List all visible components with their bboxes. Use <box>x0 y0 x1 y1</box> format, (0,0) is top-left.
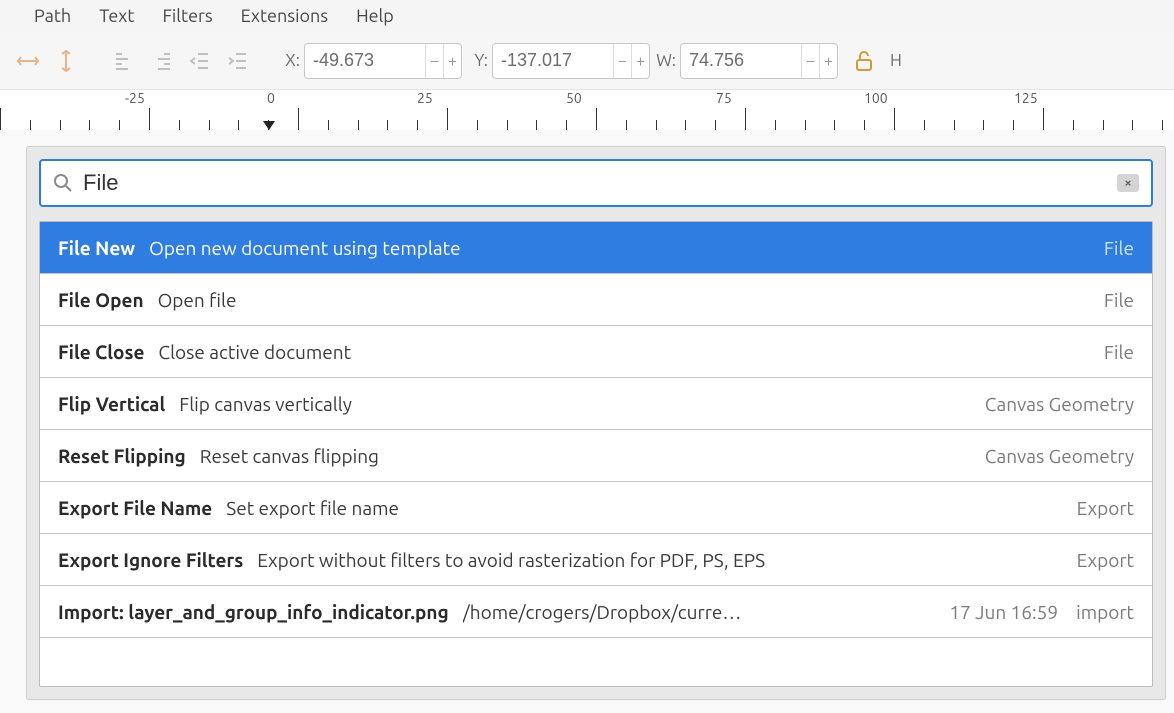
result-command: Import: layer_and_group_info_indicator.p… <box>58 601 449 623</box>
h-label: H <box>890 51 902 70</box>
result-description: Close active document <box>158 341 1090 363</box>
result-meta: 17 Jun 16:59 <box>949 601 1058 623</box>
clear-search-icon[interactable] <box>1117 174 1139 192</box>
align-left-icon[interactable] <box>108 45 140 77</box>
x-spinbox[interactable]: − + <box>304 43 462 79</box>
toolbar: X: − + Y: − + W: − + H <box>0 32 1174 90</box>
result-description: Flip canvas vertically <box>179 393 971 415</box>
result-description: Open file <box>158 289 1090 311</box>
palette-results: File New Open new document using template… <box>39 221 1153 687</box>
y-input[interactable] <box>493 50 613 71</box>
result-description: Set export file name <box>226 497 1062 519</box>
mirror-v-icon[interactable] <box>50 45 82 77</box>
outdent-icon[interactable] <box>184 45 216 77</box>
result-command: Flip Vertical <box>58 393 165 415</box>
ruler-label: 25 <box>417 90 433 106</box>
palette-result[interactable]: File Open Open file File <box>40 274 1152 326</box>
w-plus-button[interactable]: + <box>819 44 837 78</box>
menu-text[interactable]: Text <box>99 6 134 26</box>
palette-search-input[interactable] <box>81 169 1109 197</box>
result-category: Canvas Geometry <box>985 393 1134 415</box>
result-description: Reset canvas flipping <box>200 445 971 467</box>
y-label: Y: <box>468 51 488 70</box>
palette-result[interactable]: File New Open new document using template… <box>40 222 1152 274</box>
result-category: File <box>1104 289 1134 311</box>
palette-blank-row <box>40 638 1152 686</box>
mirror-h-icon[interactable] <box>12 45 44 77</box>
w-coord: W: − + <box>656 43 838 79</box>
menu-path[interactable]: Path <box>34 6 71 26</box>
palette-result[interactable]: Flip Vertical Flip canvas vertically Canva… <box>40 378 1152 430</box>
palette-result[interactable]: Export Ignore Filters Export without filt… <box>40 534 1152 586</box>
menubar: Path Text Filters Extensions Help <box>0 0 1174 32</box>
w-label: W: <box>656 51 676 70</box>
ruler-origin-marker <box>263 121 275 130</box>
result-command: File New <box>58 237 135 259</box>
result-category: Export <box>1077 549 1134 571</box>
result-command: File Open <box>58 289 144 311</box>
result-category: Canvas Geometry <box>985 445 1134 467</box>
result-category: File <box>1104 341 1134 363</box>
result-description: Open new document using template <box>149 237 1090 259</box>
result-category: Export <box>1077 497 1134 519</box>
y-minus-button[interactable]: − <box>613 44 631 78</box>
lock-icon[interactable] <box>852 50 876 72</box>
x-plus-button[interactable]: + <box>443 44 461 78</box>
result-category: File <box>1104 237 1134 259</box>
palette-result[interactable]: File Close Close active document File <box>40 326 1152 378</box>
y-plus-button[interactable]: + <box>631 44 649 78</box>
palette-result[interactable]: Import: layer_and_group_info_indicator.p… <box>40 586 1152 638</box>
y-coord: Y: − + <box>468 43 650 79</box>
menu-help[interactable]: Help <box>356 6 394 26</box>
ruler-label: -25 <box>125 90 145 106</box>
ruler-label: 125 <box>1014 90 1038 106</box>
horizontal-ruler[interactable]: -25 0 25 50 75 100 125 <box>0 90 1174 130</box>
x-input[interactable] <box>305 50 425 71</box>
palette-result[interactable]: Reset Flipping Reset canvas flipping Canva… <box>40 430 1152 482</box>
w-minus-button[interactable]: − <box>801 44 819 78</box>
ruler-label: 100 <box>864 90 888 106</box>
result-category: import <box>1076 601 1134 623</box>
x-label: X: <box>280 51 300 70</box>
w-spinbox[interactable]: − + <box>680 43 838 79</box>
indent-icon[interactable] <box>222 45 254 77</box>
result-command: Export Ignore Filters <box>58 549 243 571</box>
ruler-label: 75 <box>716 90 732 106</box>
menu-filters[interactable]: Filters <box>162 6 212 26</box>
palette-search-row <box>39 159 1153 207</box>
result-description: Export without filters to avoid rasteriz… <box>257 549 1062 571</box>
ruler-label: 50 <box>566 90 582 106</box>
x-minus-button[interactable]: − <box>425 44 443 78</box>
x-coord: X: − + <box>280 43 462 79</box>
menu-extensions[interactable]: Extensions <box>241 6 328 26</box>
result-command: Export File Name <box>58 497 212 519</box>
command-palette: File New Open new document using template… <box>26 146 1166 700</box>
palette-result[interactable]: Export File Name Set export file name Expo… <box>40 482 1152 534</box>
ruler-label: 0 <box>267 90 275 106</box>
search-icon <box>53 173 73 193</box>
result-command: Reset Flipping <box>58 445 186 467</box>
result-description: /home/crogers/Dropbox/curre… <box>463 601 936 623</box>
y-spinbox[interactable]: − + <box>492 43 650 79</box>
w-input[interactable] <box>681 50 801 71</box>
result-command: File Close <box>58 341 144 363</box>
align-right-icon[interactable] <box>146 45 178 77</box>
